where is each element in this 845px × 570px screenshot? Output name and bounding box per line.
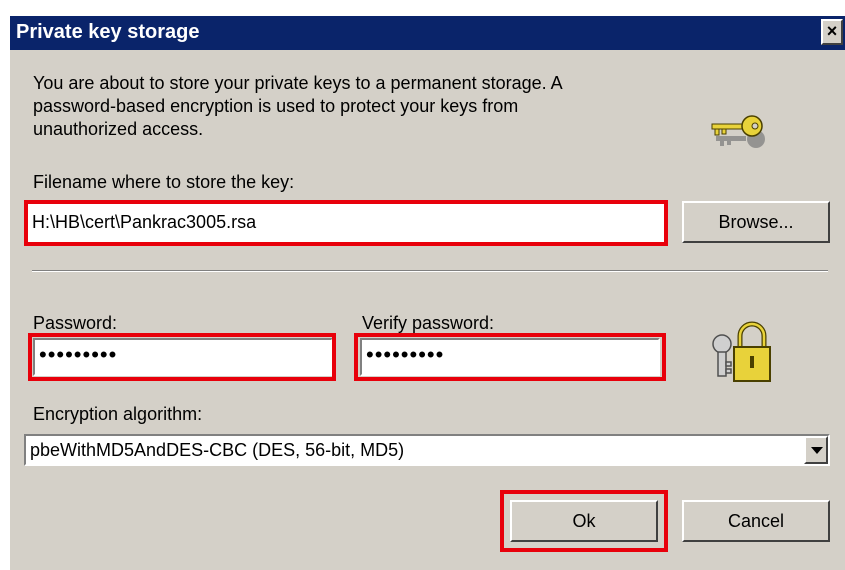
intro-line-2: password-based encryption is used to pro… — [33, 96, 519, 116]
encryption-label: Encryption algorithm: — [33, 404, 203, 424]
verify-password-label: Verify password: — [362, 313, 495, 333]
browse-button[interactable]: Browse... — [682, 201, 830, 243]
encryption-selected-value: pbeWithMD5AndDES-CBC (DES, 56-bit, MD5) — [30, 440, 405, 460]
password-highlight — [28, 333, 336, 381]
intro-line-3: unauthorized access. — [33, 119, 204, 139]
password-label: Password: — [33, 313, 118, 333]
chevron-down-icon[interactable] — [804, 436, 828, 464]
window-title: Private key storage — [16, 21, 200, 43]
encryption-select[interactable]: pbeWithMD5AndDES-CBC (DES, 56-bit, MD5) — [24, 434, 830, 466]
padlock-keys-icon — [712, 321, 771, 382]
key-icon — [711, 115, 765, 148]
ok-highlight — [500, 490, 668, 552]
separator — [32, 270, 828, 272]
private-key-storage-dialog: Private key storage × You are about to s… — [10, 16, 845, 570]
filename-label: Filename where to store the key: — [33, 172, 295, 192]
intro-line-1: You are about to store your private keys… — [33, 73, 563, 93]
verify-password-highlight — [354, 333, 666, 381]
close-button[interactable]: × — [821, 19, 843, 45]
cancel-button[interactable]: Cancel — [682, 500, 830, 542]
filename-highlight — [24, 200, 668, 246]
title-bar[interactable]: Private key storage × — [10, 16, 845, 50]
